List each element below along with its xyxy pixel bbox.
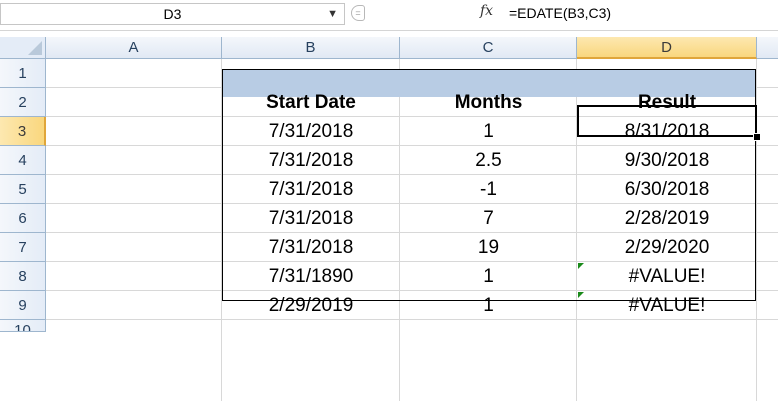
name-box[interactable]: D3 ▼ — [0, 3, 345, 25]
column-header-c[interactable]: C — [400, 37, 577, 59]
table-cell[interactable]: 2/29/2019 — [222, 291, 400, 320]
error-indicator-icon[interactable] — [578, 263, 584, 269]
table-cell[interactable]: -1 — [400, 175, 577, 204]
column-header-d[interactable]: D — [577, 37, 757, 59]
select-all-icon — [28, 41, 42, 55]
row-header-6[interactable]: 6 — [0, 204, 46, 233]
table-cell[interactable]: 6/30/2018 — [577, 175, 757, 204]
table-cell[interactable]: 1 — [400, 262, 577, 291]
table-cell[interactable]: 7/31/1890 — [222, 262, 400, 291]
column-header-b[interactable]: B — [222, 37, 400, 59]
table-cell[interactable]: 2.5 — [400, 146, 577, 175]
header-months[interactable]: Months — [400, 88, 577, 117]
table-cell[interactable]: 2/29/2020 — [577, 233, 757, 262]
row-header-9[interactable]: 9 — [0, 291, 46, 320]
header-start-date[interactable]: Start Date — [222, 88, 400, 117]
cancel-icon[interactable]: = — [351, 5, 365, 21]
table-cell[interactable]: 7/31/2018 — [222, 233, 400, 262]
row-header-1[interactable]: 1 — [0, 59, 46, 88]
formula-bar: D3 ▼ = fx =EDATE(B3,C3) — [0, 0, 778, 31]
formula-tools: = fx — [345, 3, 505, 25]
row-header-5[interactable]: 5 — [0, 175, 46, 204]
table-cell[interactable]: 19 — [400, 233, 577, 262]
formula-input[interactable]: =EDATE(B3,C3) — [507, 3, 778, 25]
table-cell[interactable]: #VALUE! — [577, 262, 757, 291]
active-cell-selection[interactable] — [577, 105, 757, 137]
row-header-4[interactable]: 4 — [0, 146, 46, 175]
table-cell[interactable]: 1 — [400, 117, 577, 146]
row-header-7[interactable]: 7 — [0, 233, 46, 262]
table-cell[interactable]: 7/31/2018 — [222, 204, 400, 233]
table-cell[interactable]: 7/31/2018 — [222, 146, 400, 175]
fill-handle[interactable] — [753, 133, 761, 141]
chevron-down-icon[interactable]: ▼ — [327, 4, 338, 24]
table-cell[interactable]: 7 — [400, 204, 577, 233]
select-all-button[interactable] — [0, 37, 46, 59]
error-indicator-icon[interactable] — [578, 292, 584, 298]
insert-function-icon[interactable]: fx — [480, 3, 493, 19]
table-cell[interactable]: 9/30/2018 — [577, 146, 757, 175]
name-box-value: D3 — [163, 6, 182, 22]
row-header-3[interactable]: 3 — [0, 117, 46, 146]
table-cell[interactable]: 7/31/2018 — [222, 175, 400, 204]
table-cell[interactable]: 1 — [400, 291, 577, 320]
column-header-a[interactable]: A — [46, 37, 222, 59]
row-header-8[interactable]: 8 — [0, 262, 46, 291]
row-header-2[interactable]: 2 — [0, 88, 46, 117]
column-header-e[interactable] — [757, 37, 778, 59]
row-header-10[interactable]: 10 — [0, 320, 46, 332]
table-cell[interactable]: 7/31/2018 — [222, 117, 400, 146]
table-cell[interactable]: 2/28/2019 — [577, 204, 757, 233]
table-cell[interactable]: #VALUE! — [577, 291, 757, 320]
